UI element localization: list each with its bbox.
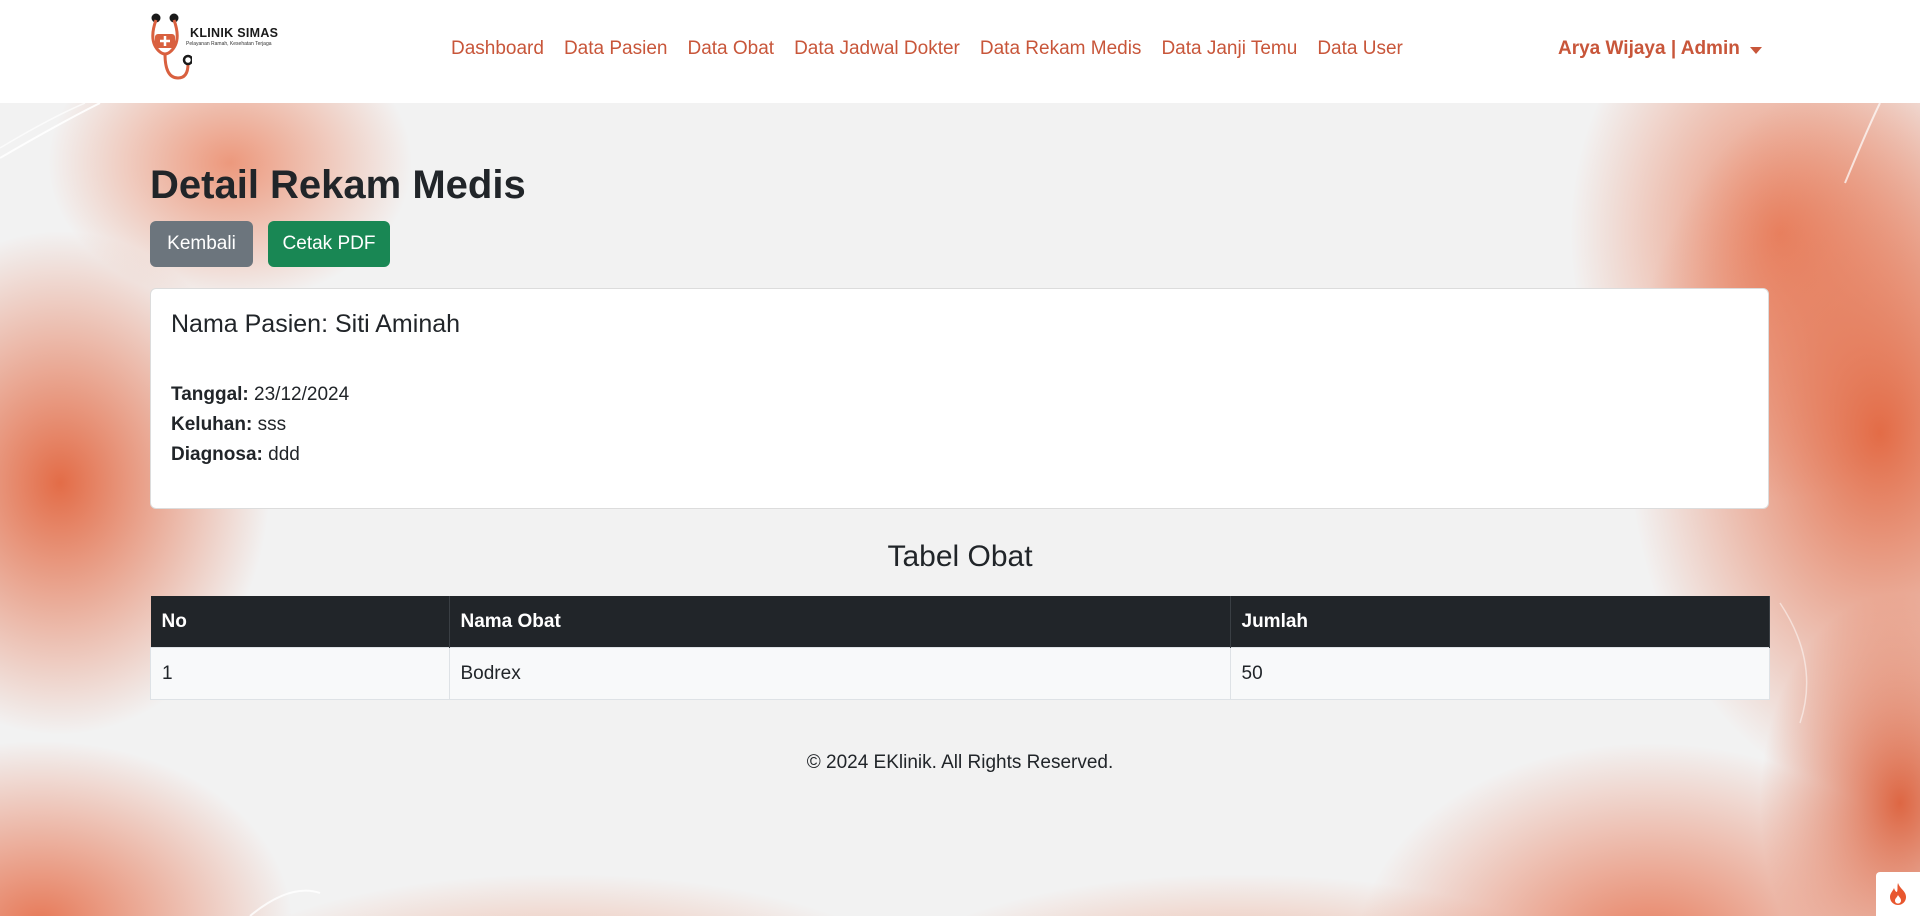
nav-data-rekam-medis[interactable]: Data Rekam Medis [980,38,1142,60]
keluhan-row: Keluhan: sss [171,414,286,436]
cell-nama-obat: Bodrex [448,647,1231,700]
table-header-row: No Nama Obat Jumlah [150,596,1770,648]
keluhan-value: sss [257,414,287,435]
diagnosa-row: Diagnosa: ddd [171,444,300,466]
main-nav: Dashboard Data Pasien Data Obat Data Jad… [451,38,1403,60]
brand-tagline: Pelayanan Ramah, Kesehatan Terjaga [186,41,272,47]
brand-logo[interactable]: KLINIK SIMAS Pelayanan Ramah, Kesehatan … [148,12,293,84]
print-pdf-button[interactable]: Cetak PDF [268,221,390,267]
nav-data-janji-temu[interactable]: Data Janji Temu [1161,38,1297,60]
nav-data-pasien[interactable]: Data Pasien [564,38,668,60]
keluhan-label: Keluhan: [171,414,253,435]
header-nama-obat: Nama Obat [449,596,1231,648]
header-no: No [150,596,450,648]
diagnosa-label: Diagnosa: [171,444,263,465]
back-button[interactable]: Kembali [150,221,253,267]
stethoscope-logo-icon [151,13,194,80]
footer-copyright: © 2024 EKlinik. All Rights Reserved. [806,752,1114,773]
nav-data-user[interactable]: Data User [1317,38,1403,60]
medicine-table: No Nama Obat Jumlah 1 Bodrex 50 [150,596,1770,700]
cell-jumlah: 50 [1229,647,1770,700]
page-title: Detail Rekam Medis [150,163,526,207]
top-navbar: KLINIK SIMAS Pelayanan Ramah, Kesehatan … [0,0,1920,103]
nav-data-jadwal-dokter[interactable]: Data Jadwal Dokter [794,38,960,60]
flame-icon [1890,883,1906,905]
medical-record-card: Nama Pasien: Siti Aminah Tanggal: 23/12/… [150,288,1769,509]
header-jumlah: Jumlah [1230,596,1770,648]
tanggal-value: 23/12/2024 [254,384,350,405]
tanggal-row: Tanggal: 23/12/2024 [171,384,349,406]
patient-name-heading: Nama Pasien: Siti Aminah [171,310,461,338]
diagnosa-value: ddd [268,444,300,465]
tanggal-label: Tanggal: [171,384,249,405]
brand-name: KLINIK SIMAS [190,26,279,40]
corner-widget-button[interactable] [1876,872,1920,916]
user-menu-dropdown[interactable]: Arya Wijaya | Admin [1558,38,1762,60]
nav-data-obat[interactable]: Data Obat [687,38,774,60]
cell-no: 1 [150,647,450,700]
caret-down-icon [1749,46,1762,54]
nav-dashboard[interactable]: Dashboard [451,38,544,60]
user-menu-label: Arya Wijaya | Admin [1558,38,1740,59]
table-row: 1 Bodrex 50 [150,647,1770,700]
medicine-table-title: Tabel Obat [887,540,1033,573]
